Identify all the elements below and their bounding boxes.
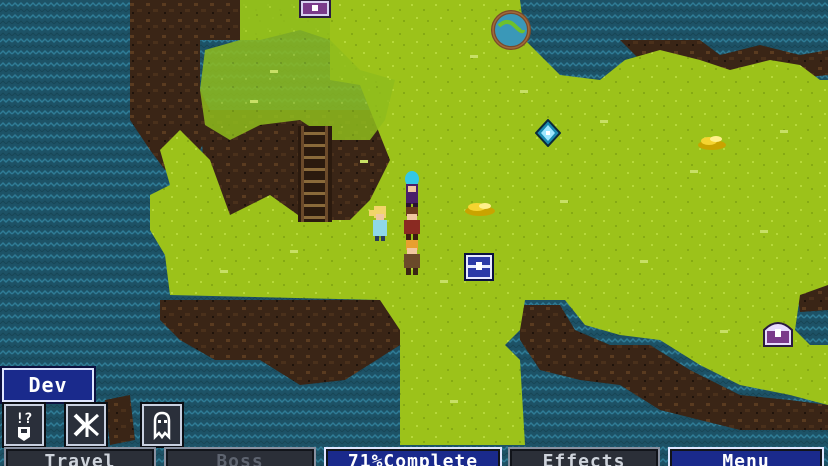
boss-button[interactable]: Boss [164, 447, 316, 466]
progress-indicator[interactable]: 71%Complete [324, 447, 502, 466]
gold-pile[interactable] [463, 199, 497, 217]
boss-button-label: Boss [216, 451, 264, 466]
treasure-chest[interactable] [464, 253, 494, 281]
effects-button[interactable]: Effects [508, 447, 660, 466]
gold-pile[interactable] [696, 131, 728, 151]
quest-icon-button[interactable]: !? [4, 404, 44, 446]
travel-button[interactable]: Travel [4, 447, 156, 466]
party-member-mage[interactable] [398, 170, 426, 210]
progress-label: 71%Complete [347, 451, 479, 466]
travel-button-label: Travel [44, 451, 116, 466]
character-name: Dev [28, 373, 68, 397]
waypoint-crystal[interactable] [535, 119, 561, 147]
menu-button[interactable]: Menu [668, 447, 824, 466]
party-member-healer[interactable] [365, 204, 395, 242]
game-screen: Dev !? Travel Boss 71%Complete Effects M… [0, 0, 828, 466]
effects-button-label: Effects [542, 451, 626, 466]
monster-icon [153, 411, 171, 441]
party-member-fighter[interactable] [398, 205, 426, 241]
skill-icon [73, 413, 100, 437]
character-name-panel[interactable]: Dev [2, 368, 94, 402]
party-member-hero[interactable] [398, 238, 426, 276]
menu-button-label: Menu [722, 451, 770, 466]
ladder [298, 126, 332, 222]
quest-icon: !? [16, 411, 33, 441]
svg-text:!?: !? [16, 411, 33, 427]
monster-icon-button[interactable] [142, 404, 182, 446]
skill-icon-button[interactable] [66, 404, 106, 446]
globe-orb[interactable] [489, 8, 533, 52]
treasure-chest[interactable] [762, 316, 794, 348]
treasure-chest[interactable] [299, 0, 331, 18]
